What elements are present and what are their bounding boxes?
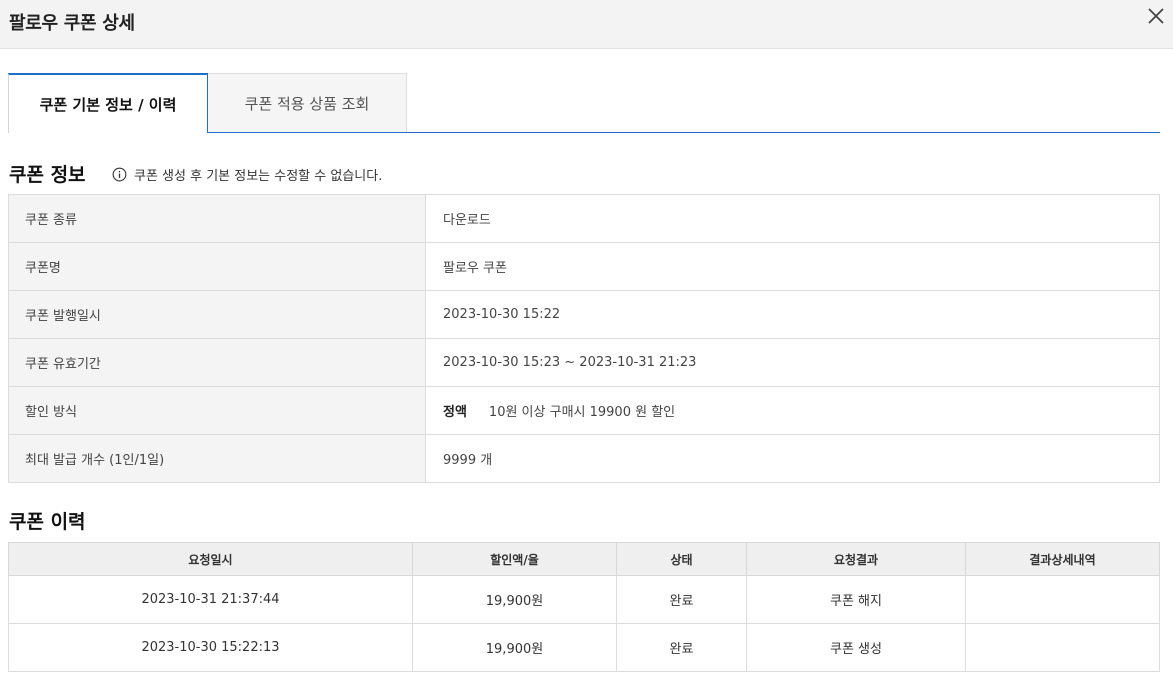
row-value: 팔로우 쿠폰 (425, 242, 1160, 291)
tab-bar: 쿠폰 기본 정보 / 이력 쿠폰 적용 상품 조회 (8, 73, 1160, 133)
info-note-text: 쿠폰 생성 후 기본 정보는 수정할 수 없습니다. (134, 169, 383, 184)
history-cell: 완료 (616, 575, 747, 624)
history-cell: 쿠폰 생성 (746, 623, 966, 672)
coupon-info-table: 쿠폰 종류 다운로드 쿠폰명 팔로우 쿠폰 쿠폰 발행일시 2023-10-30… (8, 194, 1160, 483)
close-icon (1148, 8, 1164, 24)
coupon-history-title: 쿠폰 이력 (9, 511, 86, 533)
row-value: 9999 개 (425, 434, 1160, 483)
history-cell: 쿠폰 해지 (746, 575, 966, 624)
info-row-discount-method: 할인 방식 정액 10원 이상 구매시 19900 원 할인 (8, 386, 1160, 435)
row-label: 쿠폰 유효기간 (8, 338, 426, 387)
row-value: 2023-10-30 15:23 ~ 2023-10-31 21:23 (425, 338, 1160, 387)
info-icon (112, 167, 127, 182)
row-label: 최대 발급 개수 (1인/1일) (8, 434, 426, 483)
tab-basic-info-history[interactable]: 쿠폰 기본 정보 / 이력 (8, 73, 208, 133)
history-cell (965, 623, 1160, 672)
table-row: 2023-10-31 21:37:44 19,900원 완료 쿠폰 해지 (8, 575, 1160, 624)
coupon-history-table: 요청일시 할인액/율 상태 요청결과 결과상세내역 2023-10-31 21:… (8, 542, 1160, 672)
column-header: 요청결과 (746, 542, 966, 576)
row-value: 2023-10-30 15:22 (425, 290, 1160, 339)
row-label: 할인 방식 (8, 386, 426, 435)
row-label: 쿠폰명 (8, 242, 426, 291)
discount-description: 10원 이상 구매시 19900 원 할인 (488, 405, 676, 420)
row-label: 쿠폰 종류 (8, 194, 426, 243)
discount-type: 정액 (443, 405, 467, 420)
history-cell: 완료 (616, 623, 747, 672)
row-value: 정액 10원 이상 구매시 19900 원 할인 (425, 386, 1160, 435)
coupon-info-title: 쿠폰 정보 (9, 164, 86, 186)
tab-applicable-products[interactable]: 쿠폰 적용 상품 조회 (208, 73, 407, 132)
close-button[interactable] (1146, 6, 1166, 26)
table-row: 2023-10-30 15:22:13 19,900원 완료 쿠폰 생성 (8, 623, 1160, 672)
info-row-max-issue: 최대 발급 개수 (1인/1일) 9999 개 (8, 434, 1160, 483)
column-header: 할인액/율 (412, 542, 617, 576)
history-cell: 19,900원 (412, 623, 617, 672)
column-header: 결과상세내역 (965, 542, 1160, 576)
modal-title: 팔로우 쿠폰 상세 (9, 13, 135, 34)
info-row-coupon-name: 쿠폰명 팔로우 쿠폰 (8, 242, 1160, 291)
info-note: 쿠폰 생성 후 기본 정보는 수정할 수 없습니다. (112, 165, 382, 184)
info-row-issue-date: 쿠폰 발행일시 2023-10-30 15:22 (8, 290, 1160, 339)
info-row-validity-period: 쿠폰 유효기간 2023-10-30 15:23 ~ 2023-10-31 21… (8, 338, 1160, 387)
column-header: 상태 (616, 542, 747, 576)
row-value: 다운로드 (425, 194, 1160, 243)
info-row-coupon-type: 쿠폰 종류 다운로드 (8, 194, 1160, 243)
modal-header: 팔로우 쿠폰 상세 (0, 0, 1173, 49)
column-header: 요청일시 (8, 542, 413, 576)
row-label: 쿠폰 발행일시 (8, 290, 426, 339)
history-cell (965, 575, 1160, 624)
history-cell: 2023-10-30 15:22:13 (8, 623, 413, 672)
history-cell: 19,900원 (412, 575, 617, 624)
history-cell: 2023-10-31 21:37:44 (8, 575, 413, 624)
table-header-row: 요청일시 할인액/율 상태 요청결과 결과상세내역 (8, 542, 1160, 576)
